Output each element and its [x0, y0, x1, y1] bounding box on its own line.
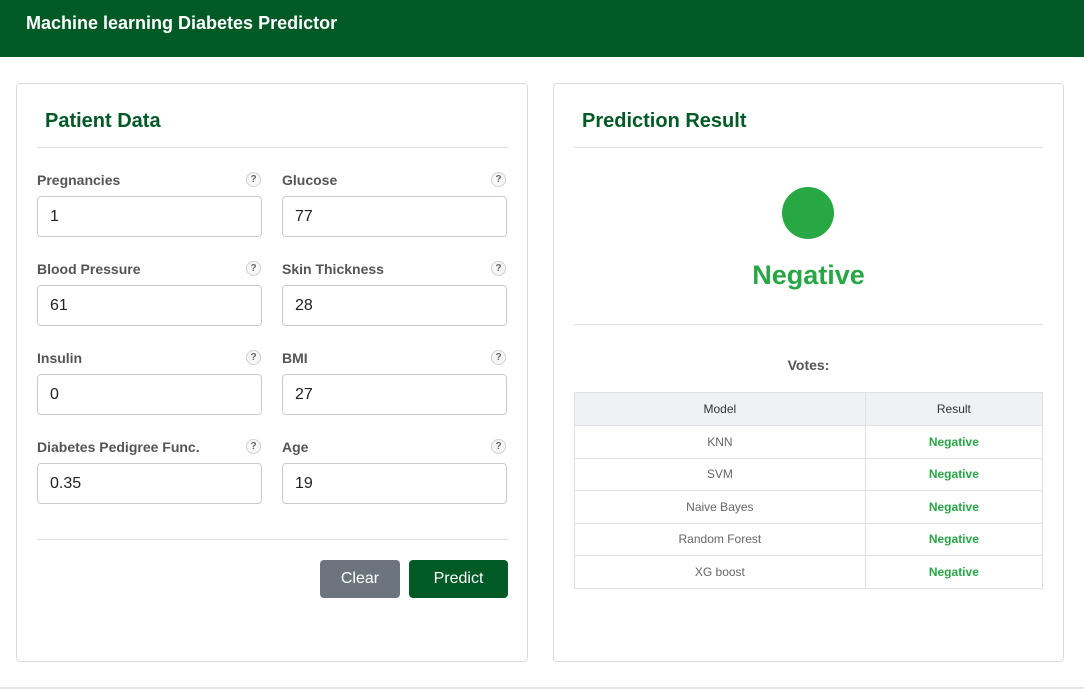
model-cell: XG boost [574, 555, 866, 589]
help-icon[interactable]: ? [246, 172, 261, 187]
result-cell: Negative [864, 490, 1044, 524]
divider [574, 324, 1043, 325]
field-label-insulin: Insulin [37, 350, 83, 366]
result-cell: Negative [864, 457, 1044, 491]
table-row: SVM Negative [574, 457, 1044, 491]
result-cell: Negative [864, 555, 1044, 589]
result-cell: Negative [864, 425, 1044, 459]
model-cell: KNN [574, 425, 866, 459]
divider [574, 147, 1043, 148]
field-label-glucose: Glucose [282, 172, 338, 188]
age-input[interactable] [282, 463, 507, 504]
diabetes-pedigree-input[interactable] [37, 463, 262, 504]
patient-data-title: Patient Data [45, 110, 161, 132]
insulin-input[interactable] [37, 374, 262, 415]
field-label-skin-thickness: Skin Thickness [282, 261, 384, 277]
help-icon[interactable]: ? [491, 439, 506, 454]
field-label-blood-pressure: Blood Pressure [37, 261, 141, 277]
result-cell: Negative [864, 522, 1044, 556]
prediction-result-card: Prediction Result Negative Votes: Model … [553, 83, 1064, 662]
skin-thickness-input[interactable] [282, 285, 507, 326]
help-icon[interactable]: ? [491, 350, 506, 365]
help-icon[interactable]: ? [491, 172, 506, 187]
prediction-result-title: Prediction Result [582, 110, 747, 132]
model-cell: SVM [574, 457, 866, 491]
table-row: XG boost Negative [574, 555, 1044, 589]
field-label-bmi: BMI [282, 350, 308, 366]
app-header: Machine learning Diabetes Predictor [0, 0, 1084, 57]
result-status-dot [782, 187, 834, 239]
help-icon[interactable]: ? [246, 439, 261, 454]
patient-data-card: Patient Data Pregnancies ? Glucose ? Blo… [16, 83, 528, 662]
field-label-pregnancies: Pregnancies [37, 172, 121, 188]
table-row: Random Forest Negative [574, 522, 1044, 556]
field-label-age: Age [282, 439, 309, 455]
table-header-row: Model Result [574, 392, 1044, 426]
table-row: KNN Negative [574, 425, 1044, 459]
glucose-input[interactable] [282, 196, 507, 237]
predict-button[interactable]: Predict [409, 560, 508, 598]
column-header-model: Model [574, 392, 866, 426]
model-cell: Naive Bayes [574, 490, 866, 524]
help-icon[interactable]: ? [246, 261, 261, 276]
field-label-diabetes-pedigree: Diabetes Pedigree Func. [37, 439, 200, 455]
app-title: Machine learning Diabetes Predictor [26, 13, 338, 33]
result-text: Negative [752, 260, 865, 290]
pregnancies-input[interactable] [37, 196, 262, 237]
blood-pressure-input[interactable] [37, 285, 262, 326]
divider [37, 147, 508, 148]
help-icon[interactable]: ? [246, 350, 261, 365]
votes-label: Votes: [787, 357, 830, 373]
model-cell: Random Forest [574, 522, 866, 556]
divider [37, 539, 508, 540]
table-row: Naive Bayes Negative [574, 490, 1044, 524]
votes-table: Model Result KNN Negative SVM Negative N… [574, 392, 1044, 589]
bmi-input[interactable] [282, 374, 507, 415]
column-header-result: Result [864, 392, 1044, 426]
clear-button[interactable]: Clear [320, 560, 400, 598]
help-icon[interactable]: ? [491, 261, 506, 276]
